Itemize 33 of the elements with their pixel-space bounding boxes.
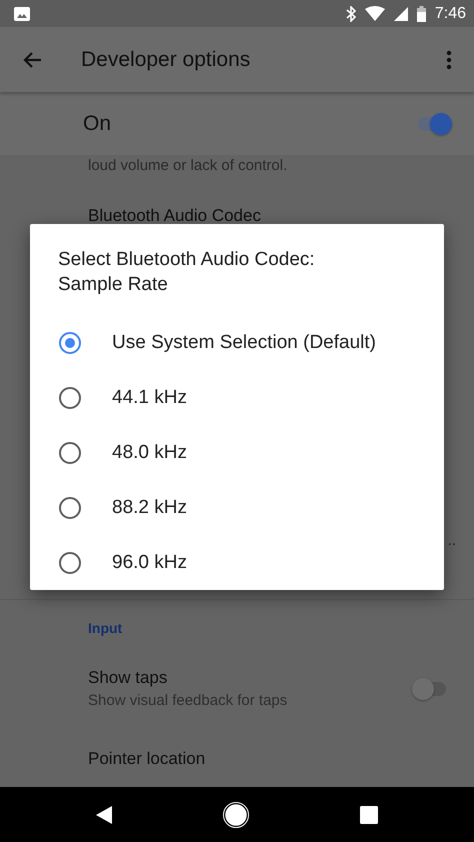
square-icon (360, 806, 378, 824)
setting-title: Show taps (88, 668, 168, 688)
setting-title: Bluetooth Audio Codec (87, 206, 262, 226)
more-vert-icon (446, 50, 452, 70)
radio-option[interactable]: 96.0 kHz (30, 535, 444, 590)
image-icon (14, 6, 30, 20)
setting-summary: .. (448, 532, 456, 549)
radio-option[interactable]: Use System Selection (Default) (30, 315, 444, 370)
setting-title: Pointer location (88, 749, 206, 769)
circle-icon (222, 802, 249, 828)
section-header: Input (87, 620, 124, 636)
radio-button[interactable] (59, 552, 81, 574)
bluetooth-icon (346, 6, 356, 22)
radio-option[interactable]: 88.2 kHz (30, 480, 444, 535)
radio-button[interactable] (59, 442, 81, 464)
dialog-title: Select Bluetooth Audio Codec: (58, 248, 316, 272)
toggle-switch[interactable] (412, 676, 448, 700)
signal-icon (394, 6, 408, 20)
master-switch[interactable] (416, 112, 452, 136)
setting-summary: loud volume or lack of control. (87, 157, 288, 174)
master-switch-label: On (83, 112, 112, 136)
back-arrow-icon (22, 50, 42, 68)
wifi-icon (364, 6, 385, 21)
battery-icon (416, 6, 426, 22)
radio-button[interactable] (59, 332, 81, 354)
status-time: 7:46 (434, 4, 466, 22)
radio-option[interactable]: 48.0 kHz (30, 425, 444, 480)
app-bar-title: Developer options (81, 48, 252, 72)
dialog-title: Sample Rate (58, 273, 169, 297)
radio-button[interactable] (59, 496, 81, 518)
radio-option[interactable]: 44.1 kHz (30, 370, 444, 425)
radio-button[interactable] (59, 386, 81, 408)
triangle-icon (96, 806, 112, 824)
